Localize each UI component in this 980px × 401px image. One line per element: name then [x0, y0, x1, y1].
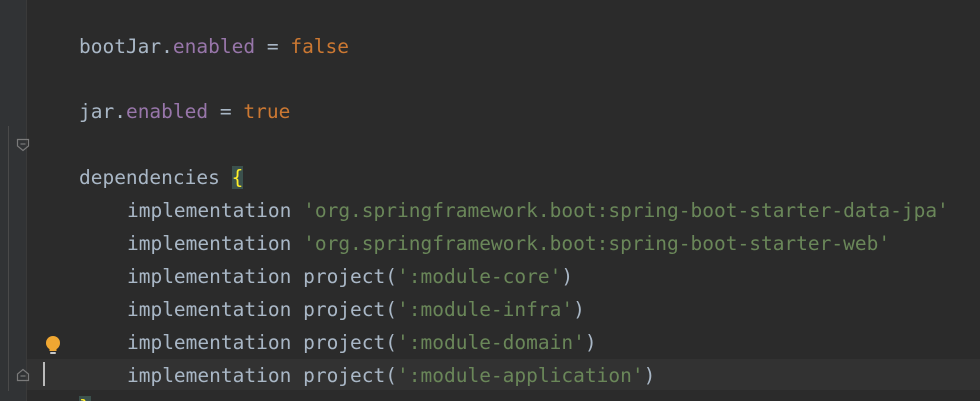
assign-operator: = [255, 35, 291, 58]
fold-close-icon[interactable] [16, 368, 30, 382]
close-paren: ) [643, 364, 656, 387]
lightbulb-icon[interactable] [44, 335, 62, 357]
fold-guide-line [8, 126, 9, 391]
code-editor[interactable]: bootJar.enabled = false jar.enabled = tr… [0, 0, 980, 401]
boolean-literal: false [290, 35, 350, 58]
code-line-close-brace[interactable]: } [32, 358, 91, 401]
identifier: jar [78, 100, 115, 123]
dot-operator: . [161, 35, 173, 58]
code-line-dependency[interactable]: implementation project(':module-applicat… [80, 326, 655, 387]
string-literal: ':module-application' [397, 364, 644, 387]
code-line-dependency[interactable]: implementation project(':module-infra') [80, 260, 585, 321]
fold-open-icon[interactable] [16, 138, 30, 152]
close-brace-highlight: } [78, 396, 91, 401]
code-line-dependency[interactable]: implementation project(':module-core') [80, 227, 573, 288]
editor-gutter[interactable] [0, 0, 26, 401]
boolean-literal: true [243, 100, 291, 123]
project-call: project( [303, 364, 398, 387]
identifier: bootJar [78, 35, 162, 58]
dot-operator: . [114, 100, 126, 123]
gutter-divider [26, 0, 27, 401]
assign-operator: = [208, 100, 244, 123]
property-name: enabled [172, 35, 256, 58]
code-line-jar-enabled[interactable]: jar.enabled = true [32, 62, 290, 123]
code-line-bootjar-enabled[interactable]: bootJar.enabled = false [32, 0, 349, 58]
property-name: enabled [125, 100, 209, 123]
implementation-keyword: implementation [126, 364, 292, 387]
code-line-dependencies[interactable]: dependencies { [32, 128, 244, 189]
text-caret [43, 362, 45, 386]
code-line-dependency[interactable]: implementation project(':module-domain') [80, 293, 597, 354]
code-line-dependency[interactable]: implementation 'org.springframework.boot… [80, 161, 949, 222]
code-line-dependency[interactable]: implementation 'org.springframework.boot… [80, 194, 890, 255]
